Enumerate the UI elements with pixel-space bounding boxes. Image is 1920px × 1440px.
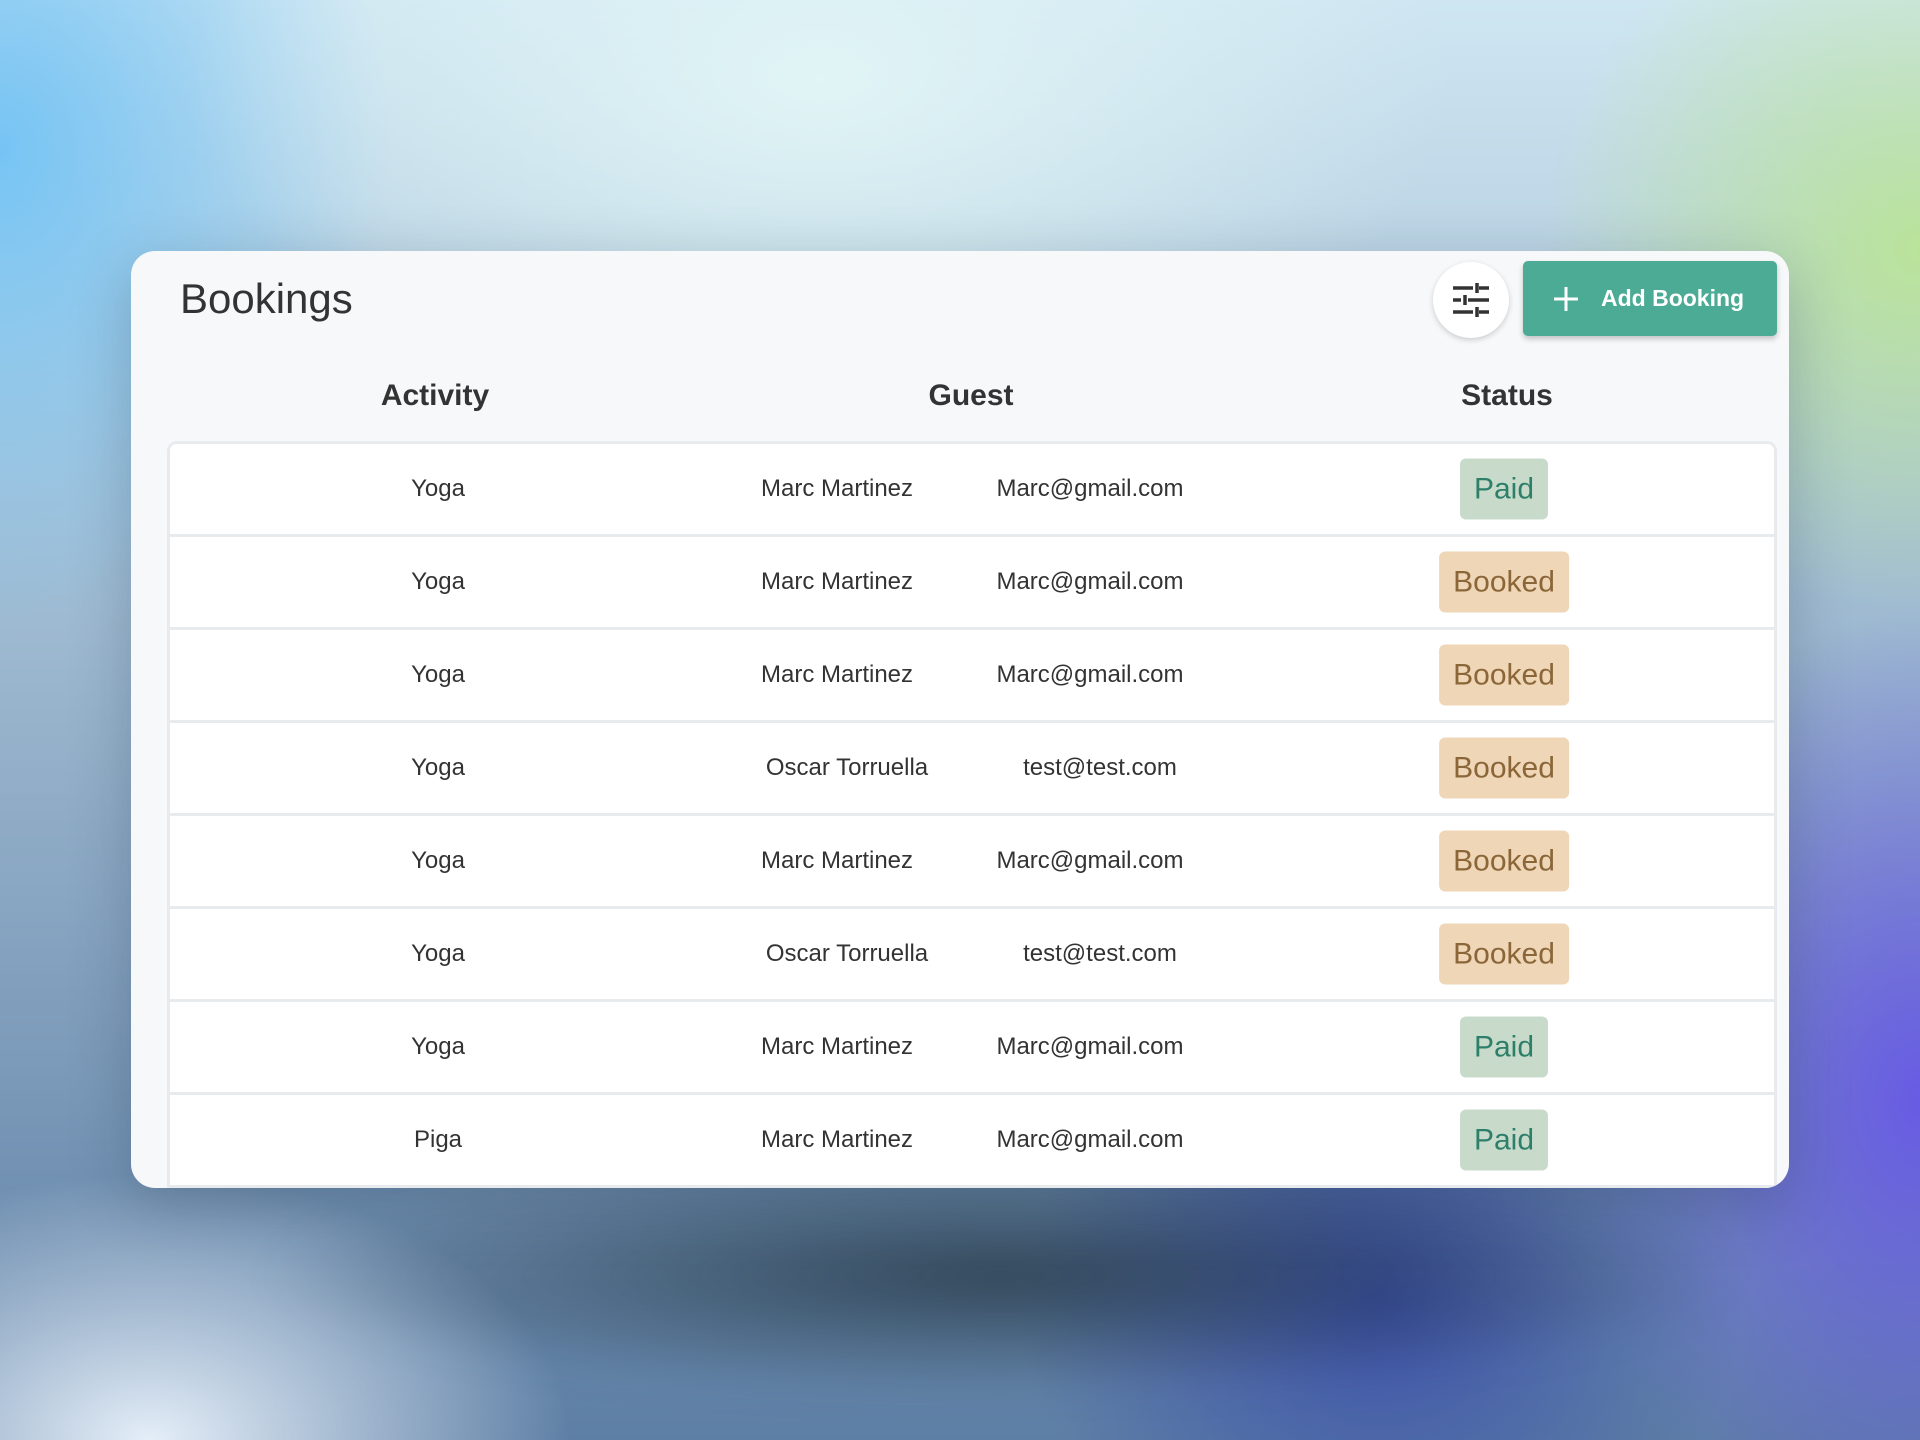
table-row[interactable]: Yoga Marc Martinez Marc@gmail.com Booked	[170, 816, 1774, 909]
status-badge: Booked	[1439, 551, 1569, 613]
add-booking-label: Add Booking	[1601, 285, 1745, 311]
activity-cell: Yoga	[411, 754, 465, 781]
status-badge: Paid	[1459, 1109, 1549, 1171]
guest-name-cell: Oscar Torruella	[765, 940, 929, 967]
column-header-status[interactable]: Status	[1461, 379, 1553, 413]
guest-email-cell: test@test.com	[1023, 940, 1177, 967]
activity-cell: Yoga	[411, 1033, 465, 1060]
activity-cell: Piga	[413, 1126, 463, 1153]
guest-email-cell: Marc@gmail.com	[996, 847, 1184, 874]
activity-cell: Yoga	[411, 475, 465, 502]
activity-cell: Yoga	[411, 568, 465, 595]
page-title: Bookings	[180, 275, 353, 322]
column-header-guest[interactable]: Guest	[928, 379, 1013, 413]
table-row[interactable]: Yoga Marc Martinez Marc@gmail.com Booked	[170, 630, 1774, 723]
guest-email-cell: test@test.com	[1023, 754, 1177, 781]
table-row[interactable]: Yoga Marc Martinez Marc@gmail.com Booked	[170, 537, 1774, 630]
guest-email-cell: Marc@gmail.com	[996, 568, 1184, 595]
plus-icon	[1553, 286, 1579, 312]
table-row[interactable]: Piga Marc Martinez Marc@gmail.com Paid	[170, 1095, 1774, 1188]
status-badge: Booked	[1439, 830, 1569, 892]
guest-name-cell: Marc Martinez	[760, 847, 914, 874]
column-header-activity[interactable]: Activity	[381, 379, 489, 413]
bookings-card: Bookings Add Booking Activity Guest Stat…	[131, 251, 1789, 1188]
table-row[interactable]: Yoga Oscar Torruella test@test.com Booke…	[170, 909, 1774, 1002]
guest-email-cell: Marc@gmail.com	[996, 661, 1184, 688]
status-badge: Booked	[1439, 737, 1569, 799]
guest-name-cell: Oscar Torruella	[765, 754, 929, 781]
guest-name-cell: Marc Martinez	[760, 661, 914, 688]
guest-email-cell: Marc@gmail.com	[996, 475, 1184, 502]
guest-name-cell: Marc Martinez	[760, 1126, 914, 1153]
table-row[interactable]: Yoga Marc Martinez Marc@gmail.com Paid	[170, 444, 1774, 537]
bookings-table: Yoga Marc Martinez Marc@gmail.com Paid Y…	[167, 441, 1777, 1188]
guest-name-cell: Marc Martinez	[760, 475, 914, 502]
activity-cell: Yoga	[411, 661, 465, 688]
guest-email-cell: Marc@gmail.com	[996, 1033, 1184, 1060]
guest-name-cell: Marc Martinez	[760, 1033, 914, 1060]
guest-name-cell: Marc Martinez	[760, 568, 914, 595]
sliders-icon	[1451, 280, 1491, 320]
status-badge: Paid	[1459, 1016, 1549, 1078]
add-booking-button[interactable]: Add Booking	[1523, 261, 1777, 336]
guest-email-cell: Marc@gmail.com	[996, 1126, 1184, 1153]
status-badge: Booked	[1439, 923, 1569, 985]
status-badge: Paid	[1459, 458, 1549, 520]
table-row[interactable]: Yoga Marc Martinez Marc@gmail.com Paid	[170, 1002, 1774, 1095]
status-badge: Booked	[1439, 644, 1569, 706]
filter-button[interactable]	[1433, 262, 1509, 338]
activity-cell: Yoga	[411, 940, 465, 967]
activity-cell: Yoga	[411, 847, 465, 874]
table-row[interactable]: Yoga Oscar Torruella test@test.com Booke…	[170, 723, 1774, 816]
